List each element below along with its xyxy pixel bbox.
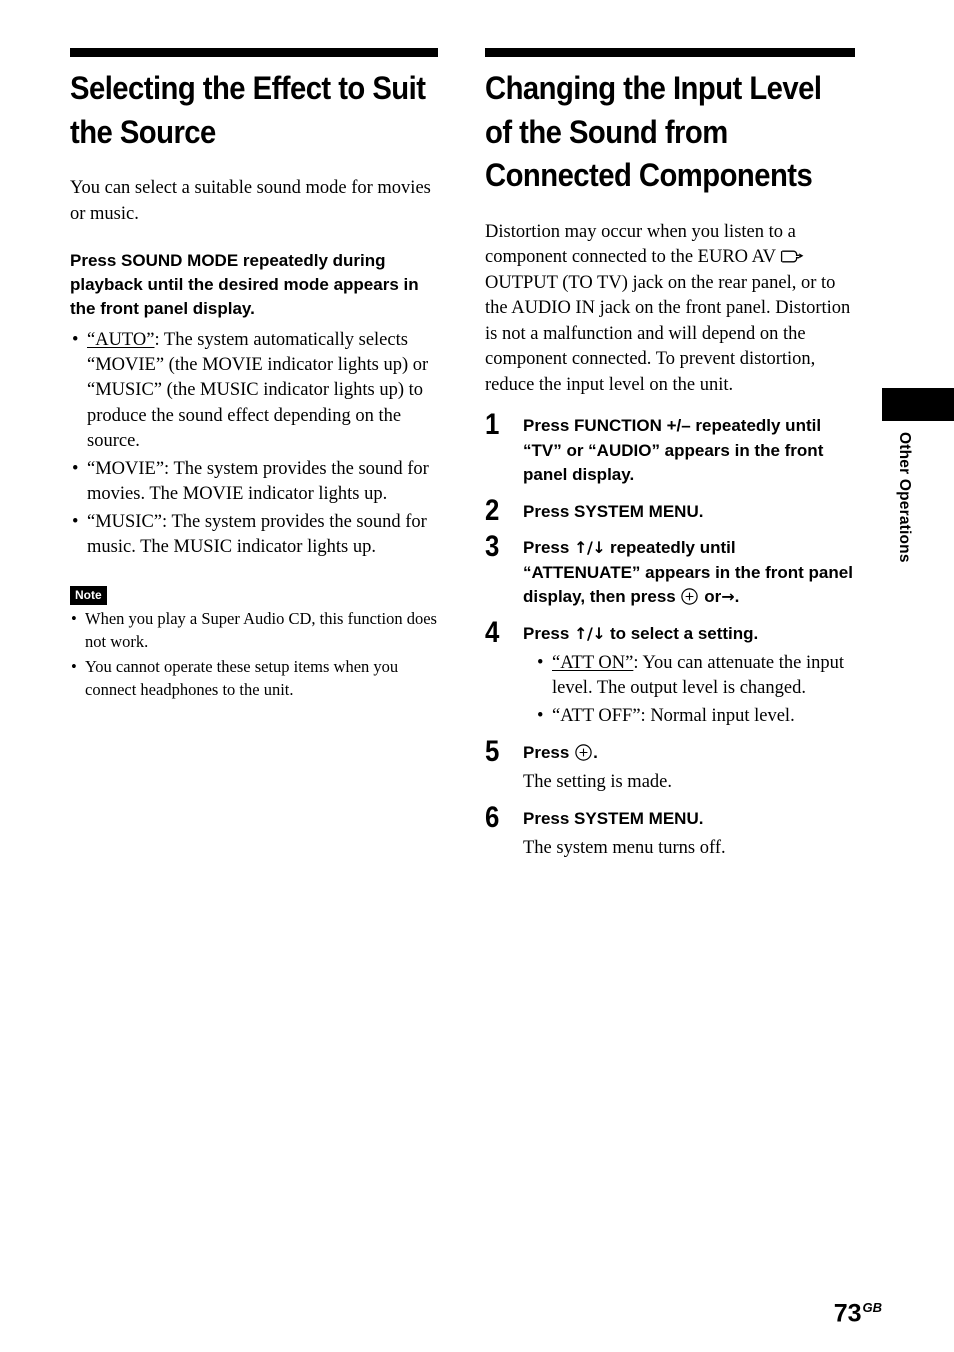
note-list: When you play a Super Audio CD, this fun… (70, 608, 438, 701)
intro-text-part1: Distortion may occur when you listen to … (485, 221, 796, 268)
scart-output-icon (780, 247, 805, 263)
thumb-tab-label: Other Operations (896, 432, 913, 563)
step-number: 5 (485, 735, 500, 769)
sound-mode-bullet-list: “AUTO”: The system automatically selects… (70, 328, 438, 561)
step-number: 3 (485, 530, 500, 564)
left-instruction-heading: Press SOUND MODE repeatedly during playb… (70, 251, 419, 319)
arrows-up-down-icon: ↑/↓ (574, 623, 606, 643)
section-rule-right (485, 48, 855, 57)
numbered-steps: 1 Press FUNCTION +/– repeatedly until “T… (485, 410, 855, 861)
left-section-heading: Selecting the Effect to Suit the Source (70, 70, 426, 150)
step-5: 5 Press . The setting is made. (485, 737, 855, 795)
bullet-text: “ATT OFF”: Normal input level. (552, 705, 795, 726)
step-1: 1 Press FUNCTION +/– repeatedly until “T… (485, 410, 855, 487)
right-section-heading: Changing the Input Level of the Sound fr… (485, 70, 822, 194)
intro-text-part2: OUTPUT (TO TV) jack on the rear panel, o… (485, 272, 851, 395)
note-badge: Note (70, 586, 107, 606)
list-item: “MUSIC”: The system provides the sound f… (70, 510, 438, 561)
step-result-text: The system menu turns off. (523, 837, 726, 858)
note-block: Note When you play a Super Audio CD, thi… (70, 586, 438, 701)
step-title: Press ↑/↓ repeatedly until “ATTENUATE” a… (523, 536, 855, 609)
bullet-underlined-term: “ATT ON” (552, 653, 634, 673)
section-rule-left (70, 48, 438, 57)
list-item: When you play a Super Audio CD, this fun… (70, 608, 438, 653)
step-title: Press ↑/↓ to select a setting. (523, 622, 855, 646)
thumb-tab-marker (882, 388, 954, 421)
page-number-value: 73 (833, 1299, 862, 1327)
list-item: “ATT ON”: You can attenuate the input le… (535, 651, 855, 702)
step-result-text: The setting is made. (523, 771, 672, 792)
manual-page: Selecting the Effect to Suit the Source … (0, 0, 954, 1352)
step-title-mid: to select a setting. (609, 623, 759, 643)
step-title: Press SYSTEM MENU. (523, 809, 704, 829)
page-number-suffix: GB (862, 1299, 883, 1315)
step-3: 3 Press ↑/↓ repeatedly until “ATTENUATE”… (485, 532, 855, 609)
step-title-pre: Press (523, 623, 570, 643)
right-column: Changing the Input Level of the Sound fr… (485, 48, 855, 861)
arrows-up-down-icon: ↑/↓ (574, 538, 606, 558)
enter-circle-icon (680, 587, 699, 606)
step-number: 4 (485, 615, 500, 649)
step-number: 2 (485, 493, 500, 527)
list-item: “AUTO”: The system automatically selects… (70, 328, 438, 455)
bullet-text: “MUSIC”: The system provides the sound f… (87, 511, 427, 557)
step-title: Press FUNCTION +/– repeatedly until “TV”… (523, 416, 824, 485)
step-title: Press SYSTEM MENU. (523, 501, 704, 521)
step-title-pre: Press (523, 743, 570, 763)
list-item: You cannot operate these setup items whe… (70, 656, 438, 701)
left-intro-paragraph: You can select a suitable sound mode for… (70, 178, 431, 224)
list-item: “MOVIE”: The system provides the sound f… (70, 457, 438, 508)
step-title-post: or (704, 587, 722, 607)
step-2: 2 Press SYSTEM MENU. (485, 495, 855, 525)
bullet-underlined-term: “AUTO” (87, 329, 155, 350)
attenuate-options-list: “ATT ON”: You can attenuate the input le… (535, 651, 855, 730)
step-6: 6 Press SYSTEM MENU. The system menu tur… (485, 803, 855, 861)
step-title-pre: Press (523, 538, 570, 558)
enter-circle-icon (574, 743, 593, 762)
bullet-text: “MOVIE”: The system provides the sound f… (87, 458, 429, 505)
step-4: 4 Press ↑/↓ to select a setting. “ATT ON… (485, 617, 855, 730)
step-title: Press . (523, 741, 855, 765)
arrow-right-icon: → (721, 587, 735, 607)
left-column: Selecting the Effect to Suit the Source … (70, 48, 438, 701)
list-item: “ATT OFF”: Normal input level. (535, 704, 855, 730)
step-number: 1 (485, 408, 500, 442)
page-number: 73GB (834, 1301, 882, 1326)
step-title-end: . (734, 587, 740, 607)
step-number: 6 (485, 801, 500, 835)
right-intro-paragraph: Distortion may occur when you listen to … (485, 220, 855, 399)
step-title-end: . (593, 743, 598, 763)
